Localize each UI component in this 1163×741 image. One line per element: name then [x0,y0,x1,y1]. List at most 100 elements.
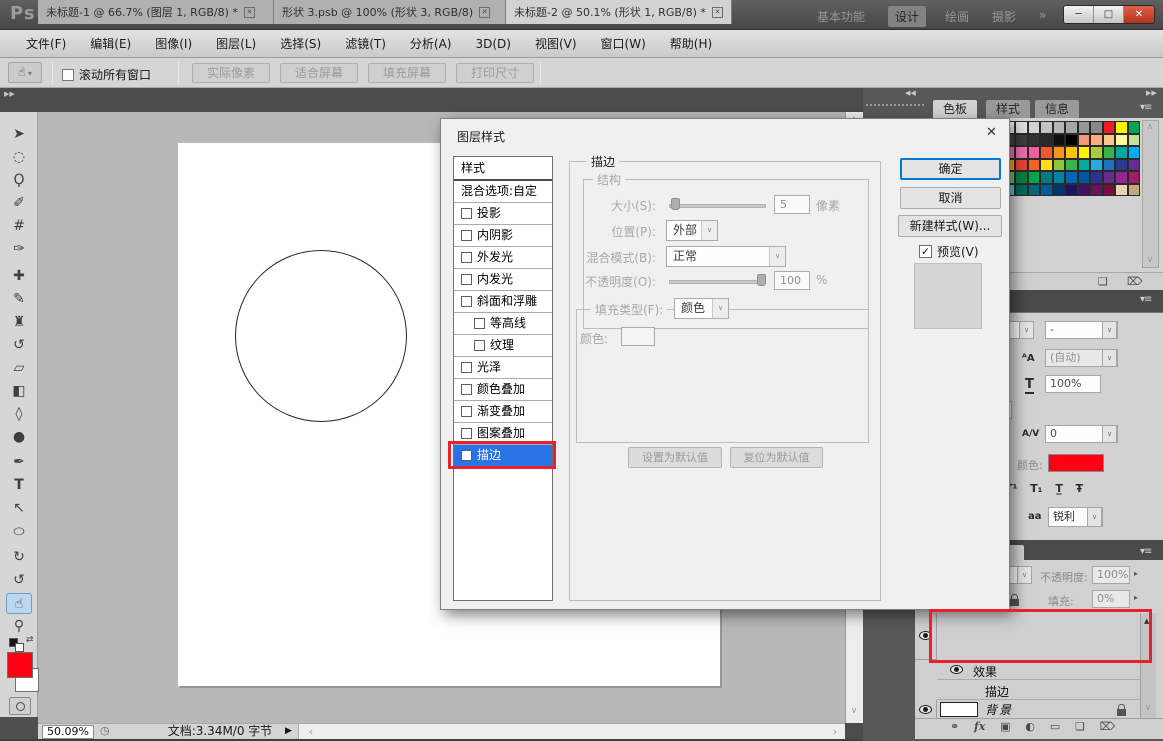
ok-button[interactable]: 确定 [900,158,1001,180]
style-item-内阴影[interactable]: 内阴影 [454,225,552,247]
color-swatch[interactable] [1065,171,1078,184]
color-swatch[interactable] [1102,146,1115,159]
style-item-颜色叠加[interactable]: 颜色叠加 [454,379,552,401]
color-swatch[interactable] [1065,121,1078,134]
size-slider-thumb[interactable] [671,198,680,210]
color-swatch[interactable] [1077,183,1090,196]
style-item-光泽[interactable]: 光泽 [454,357,552,379]
color-swatch[interactable] [1015,171,1028,184]
color-swatch[interactable] [1015,158,1028,171]
swap-colors-icon[interactable]: ⇄ [26,635,34,645]
color-swatch[interactable] [1040,121,1053,134]
menu-image[interactable]: 图像(I) [143,31,204,56]
workspace-photography[interactable]: 摄影 [985,6,1023,27]
color-swatch[interactable] [1065,133,1078,146]
restore-button[interactable]: □ [1094,6,1124,23]
chevron-down-icon[interactable]: ∨ [769,247,785,266]
set-default-button[interactable]: 设置为默认值 [628,447,722,468]
foreground-color-swatch[interactable] [7,652,33,678]
preview-checkbox[interactable]: ✓ 预览(V) [919,243,979,260]
opacity-field[interactable]: 100% [1092,566,1130,584]
style-checkbox[interactable] [461,428,472,439]
scroll-down-icon[interactable]: ∨ [1142,255,1158,265]
scroll-down-icon[interactable]: ∨ [846,706,862,716]
color-swatch[interactable] [1052,146,1065,159]
color-swatch[interactable] [1027,158,1040,171]
color-swatch[interactable] [1065,146,1078,159]
fill-type-dropdown[interactable]: 颜色 ∨ [674,298,729,319]
vertical-scale-field[interactable]: 100% [1045,375,1101,393]
eye-cell[interactable] [915,700,937,718]
chevron-down-icon[interactable]: ∨ [1102,349,1117,367]
actual-pixels-button[interactable]: 实际像素 [192,63,271,83]
opacity-slider-thumb[interactable] [757,274,766,286]
color-swatch[interactable] [1065,183,1078,196]
panel-tab-swatches[interactable]: 色板 [933,100,978,118]
size-slider[interactable] [669,204,766,208]
color-swatch[interactable] [1065,158,1078,171]
color-swatch[interactable] [1115,183,1128,196]
add-mask-icon[interactable]: ▣ [1000,720,1010,733]
chevron-down-icon[interactable]: ∨ [701,221,717,240]
doc-tab-untitled-2[interactable]: 未标题-2 @ 50.1% (形状 1, RGB/8) * ✕ [506,0,732,24]
color-swatch[interactable] [1027,183,1040,196]
style-checkbox[interactable] [461,230,472,241]
layer-style-icon[interactable]: fx [974,720,985,733]
opacity-spinner-icon[interactable]: ▸ [1134,569,1138,578]
layers-panel-menu-icon[interactable]: ▾≡ [1140,546,1152,557]
color-swatch[interactable] [1040,146,1053,159]
status-flyout-icon[interactable]: ▶ [285,726,292,736]
style-item-内发光[interactable]: 内发光 [454,269,552,291]
color-swatch[interactable] [1027,133,1040,146]
blend-mode-dropdown[interactable]: 正常 ∨ [666,246,786,267]
zoom-tool[interactable]: ⚲ [6,616,32,637]
text-color-swatch[interactable] [1048,454,1104,472]
reset-default-button[interactable]: 复位为默认值 [730,447,823,468]
color-swatch[interactable] [1052,133,1065,146]
brush-tool[interactable]: ✎ [6,289,32,310]
workspace-design[interactable]: 设计 [888,6,927,27]
checkbox-check-icon[interactable]: ✓ [919,245,932,258]
quick-selection-tool[interactable]: ✐ [6,193,32,214]
color-swatch[interactable] [1015,133,1028,146]
new-swatch-icon[interactable]: ❏ [1098,275,1108,288]
menu-layer[interactable]: 图层(L) [204,31,268,56]
menu-filter[interactable]: 滤镜(T) [333,31,398,56]
color-swatch[interactable] [1077,171,1090,184]
horizontal-scrollbar[interactable]: ‹ › [298,724,845,740]
style-checkbox[interactable] [461,296,472,307]
swatches-scrollbar[interactable]: ∧ ∨ [1142,120,1159,268]
menu-3d[interactable]: 3D(D) [463,33,522,55]
checkbox-box[interactable] [62,68,74,81]
style-checkbox[interactable] [461,208,472,219]
style-item-纹理[interactable]: 纹理 [454,335,552,357]
style-checkbox[interactable] [461,252,472,263]
visibility-eye-icon[interactable] [950,665,963,674]
color-swatch[interactable] [1090,146,1103,159]
stroke-color-swatch[interactable] [621,327,655,346]
chevron-down-icon[interactable]: ∨ [1087,507,1102,527]
color-swatch[interactable] [1015,183,1028,196]
color-swatch[interactable] [1127,146,1140,159]
scroll-right-icon[interactable]: › [827,725,843,738]
color-swatch[interactable] [1102,133,1115,146]
color-swatch[interactable] [1040,183,1053,196]
style-item-外发光[interactable]: 外发光 [454,247,552,269]
color-swatch[interactable] [1027,121,1040,134]
color-swatch[interactable] [1115,146,1128,159]
layers-panel-tab[interactable] [1008,545,1024,560]
color-swatch[interactable] [1090,133,1103,146]
dock-expand-icon[interactable]: ▶▶ [1146,89,1157,97]
3d-rotate-tool[interactable]: ↻ [6,547,32,568]
style-checkbox[interactable] [474,340,485,351]
link-layers-icon[interactable]: ⚭ [950,720,959,733]
color-swatch[interactable] [1127,158,1140,171]
clone-stamp-tool[interactable]: ♜ [6,312,32,333]
scroll-up-icon[interactable]: ∧ [1142,122,1158,132]
doc-tab-shape3[interactable]: 形状 3.psb @ 100% (形状 3, RGB/8) ✕ [274,0,506,24]
fill-screen-button[interactable]: 填充屏幕 [368,63,447,83]
menu-window[interactable]: 窗口(W) [589,31,658,56]
character-panel-menu-icon[interactable]: ▾≡ [1140,294,1152,305]
color-swatch[interactable] [1115,121,1128,134]
scroll-all-windows-checkbox[interactable]: 滚动所有窗口 [62,66,151,83]
